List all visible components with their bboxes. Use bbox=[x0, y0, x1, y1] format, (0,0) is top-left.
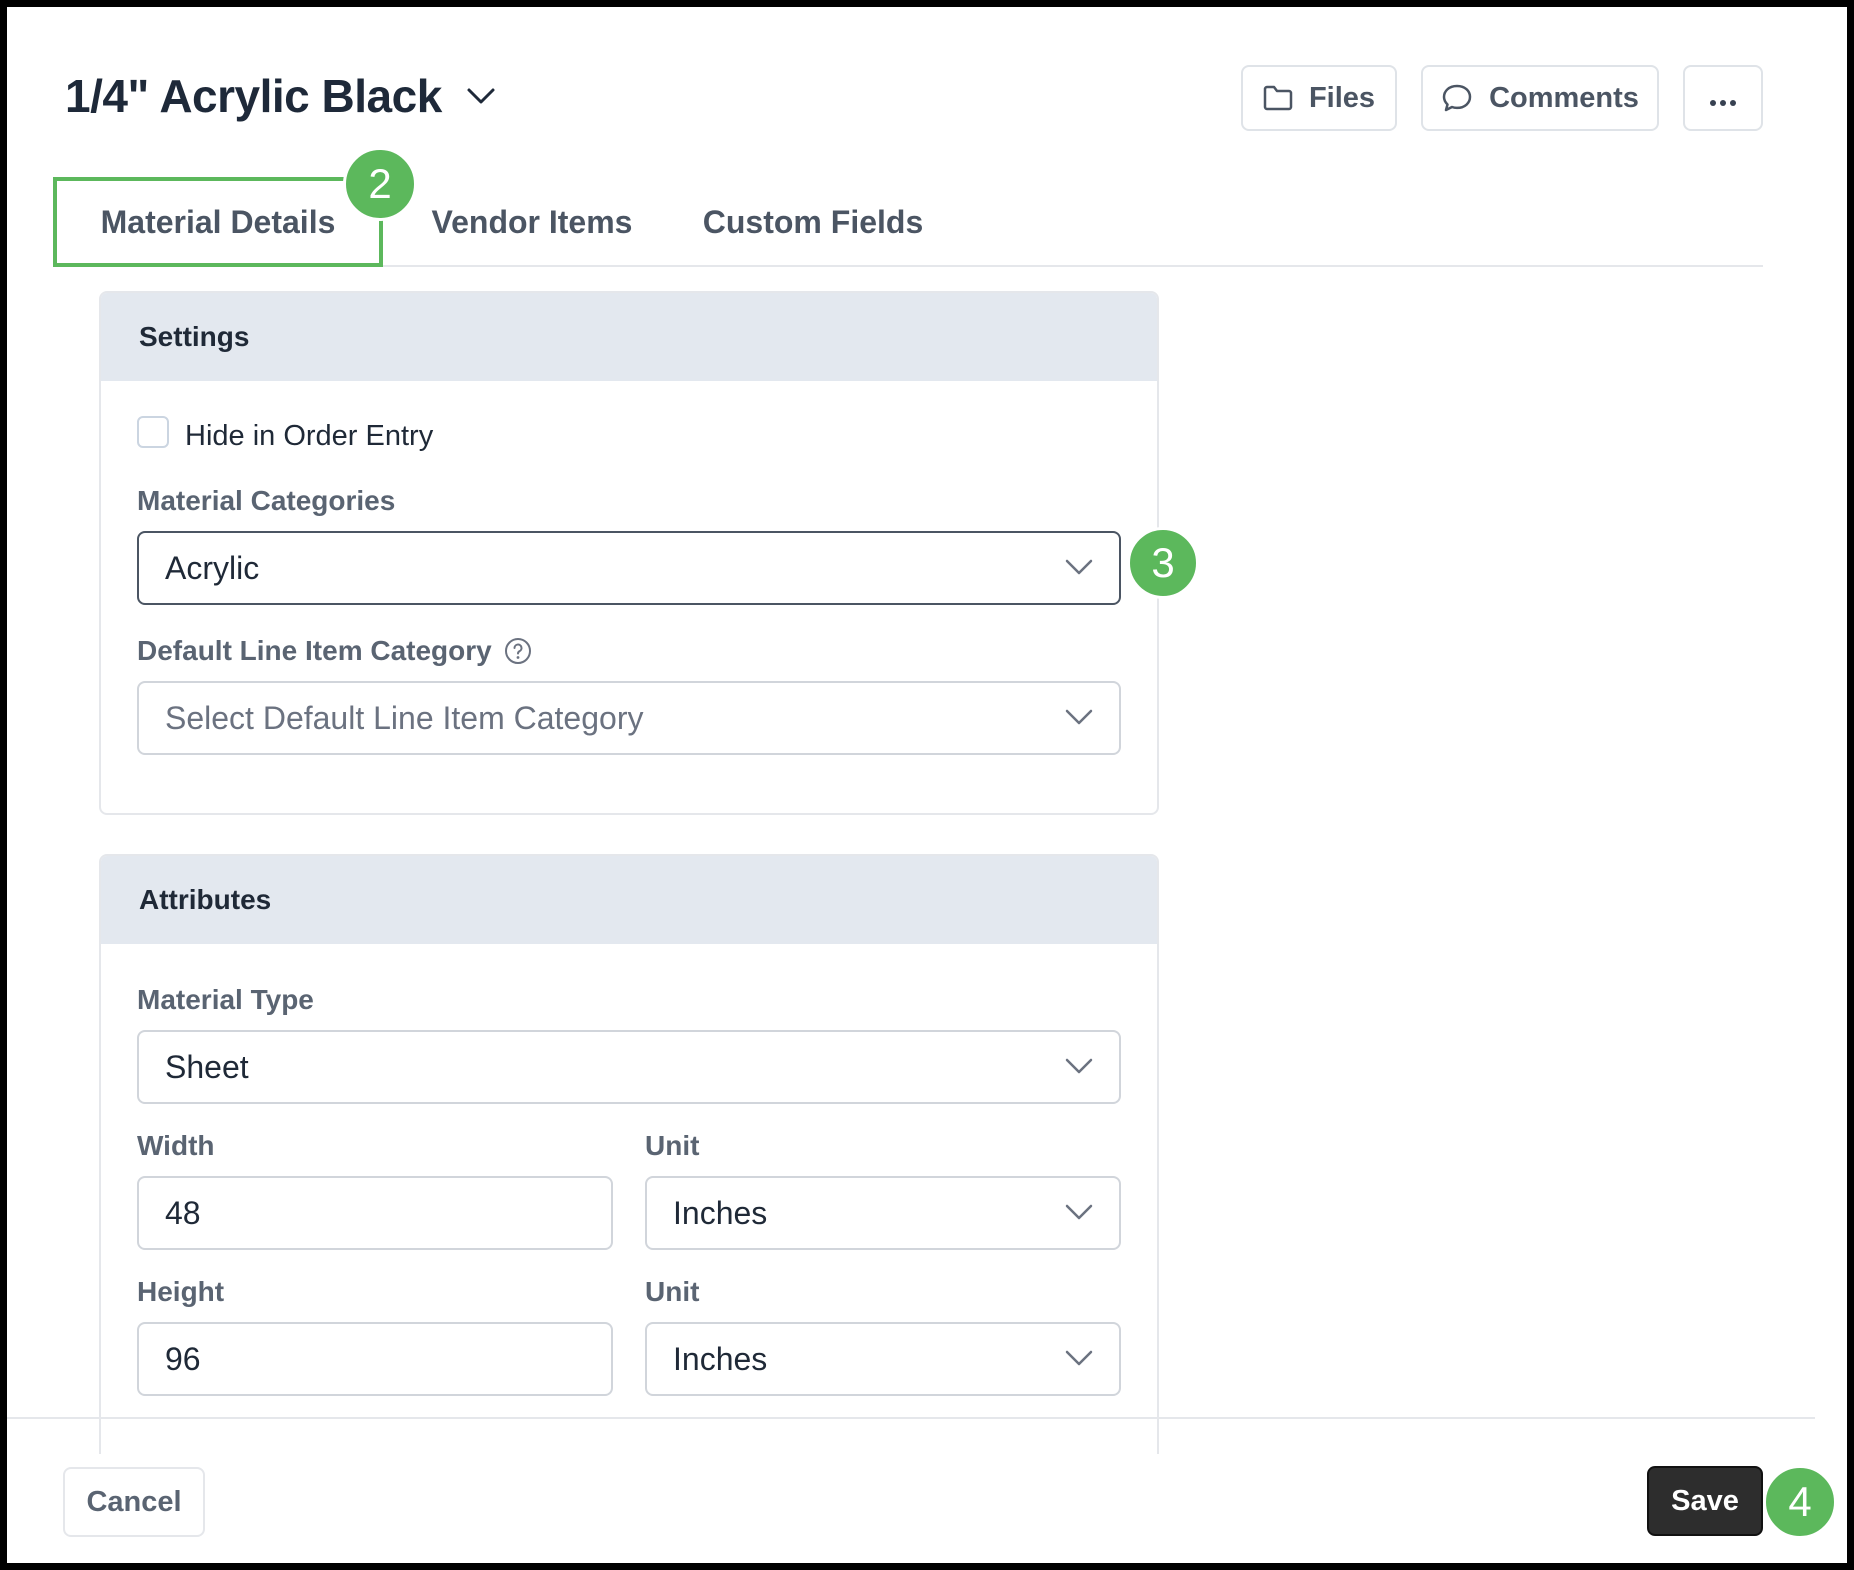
files-button[interactable]: Files bbox=[1241, 65, 1397, 131]
question-circle-icon[interactable] bbox=[504, 637, 532, 665]
default-line-item-category-placeholder: Select Default Line Item Category bbox=[165, 699, 644, 736]
step-badge: 3 bbox=[1127, 527, 1199, 599]
tab-bar: Material Details Vendor Items Custom Fie… bbox=[53, 177, 1763, 267]
height-unit-label: Unit bbox=[645, 1276, 700, 1307]
footer-divider bbox=[7, 1417, 1815, 1419]
width-value: 48 bbox=[165, 1194, 201, 1231]
comments-button[interactable]: Comments bbox=[1421, 65, 1659, 131]
speech-bubble-icon bbox=[1441, 83, 1473, 113]
material-categories-label: Material Categories bbox=[137, 485, 396, 516]
chevron-down-icon[interactable] bbox=[466, 80, 498, 112]
more-horizontal-icon bbox=[1709, 82, 1737, 115]
hide-in-order-entry-checkbox[interactable] bbox=[137, 416, 169, 448]
chevron-down-icon bbox=[1063, 1200, 1095, 1224]
height-input[interactable]: 96 bbox=[137, 1322, 613, 1396]
material-type-select[interactable]: Sheet bbox=[137, 1030, 1121, 1104]
chevron-down-icon bbox=[1063, 1054, 1095, 1078]
cancel-button[interactable]: Cancel bbox=[63, 1467, 205, 1537]
height-label: Height bbox=[137, 1276, 225, 1307]
material-categories-select[interactable]: Acrylic bbox=[137, 531, 1121, 605]
default-line-item-category-label-row: Default Line Item Category bbox=[137, 635, 532, 667]
title-row: 1/4" Acrylic Black bbox=[65, 69, 498, 123]
tab-material-details[interactable]: Material Details bbox=[53, 177, 383, 267]
save-button[interactable]: Save bbox=[1647, 1466, 1763, 1536]
material-categories-value: Acrylic bbox=[165, 549, 260, 586]
default-line-item-category-select[interactable]: Select Default Line Item Category bbox=[137, 681, 1121, 755]
width-input[interactable]: 48 bbox=[137, 1176, 613, 1250]
height-value: 96 bbox=[165, 1340, 201, 1377]
settings-card-title: Settings bbox=[101, 293, 1157, 381]
chevron-down-icon bbox=[1063, 705, 1095, 729]
chevron-down-icon bbox=[1063, 555, 1095, 579]
height-unit-value: Inches bbox=[673, 1340, 768, 1377]
more-options-button[interactable] bbox=[1683, 65, 1763, 131]
default-line-item-category-label: Default Line Item Category bbox=[137, 635, 492, 666]
page-title: 1/4" Acrylic Black bbox=[65, 70, 442, 122]
step-badge: 4 bbox=[1763, 1465, 1837, 1539]
hide-in-order-entry-label: Hide in Order Entry bbox=[185, 420, 434, 452]
material-type-value: Sheet bbox=[165, 1048, 249, 1085]
attributes-card-title: Attributes bbox=[101, 856, 1157, 944]
width-unit-value: Inches bbox=[673, 1194, 768, 1231]
settings-card: Settings Hide in Order Entry Material Ca… bbox=[99, 291, 1159, 815]
material-edit-window: 1/4" Acrylic Black Files Comments Materi… bbox=[0, 0, 1854, 1570]
tab-custom-fields[interactable]: Custom Fields bbox=[679, 177, 947, 267]
width-unit-select[interactable]: Inches bbox=[645, 1176, 1121, 1250]
tab-vendor-items[interactable]: Vendor Items bbox=[407, 177, 657, 267]
files-label: Files bbox=[1308, 81, 1376, 114]
width-label: Width bbox=[137, 1130, 215, 1161]
comments-label: Comments bbox=[1489, 81, 1639, 114]
chevron-down-icon bbox=[1063, 1346, 1095, 1370]
step-badge: 2 bbox=[343, 147, 417, 221]
width-unit-label: Unit bbox=[645, 1130, 700, 1161]
material-type-label: Material Type bbox=[137, 984, 314, 1015]
attributes-card: Attributes Material Type Sheet Width Uni… bbox=[99, 854, 1159, 1454]
height-unit-select[interactable]: Inches bbox=[645, 1322, 1121, 1396]
folder-icon bbox=[1263, 85, 1293, 111]
